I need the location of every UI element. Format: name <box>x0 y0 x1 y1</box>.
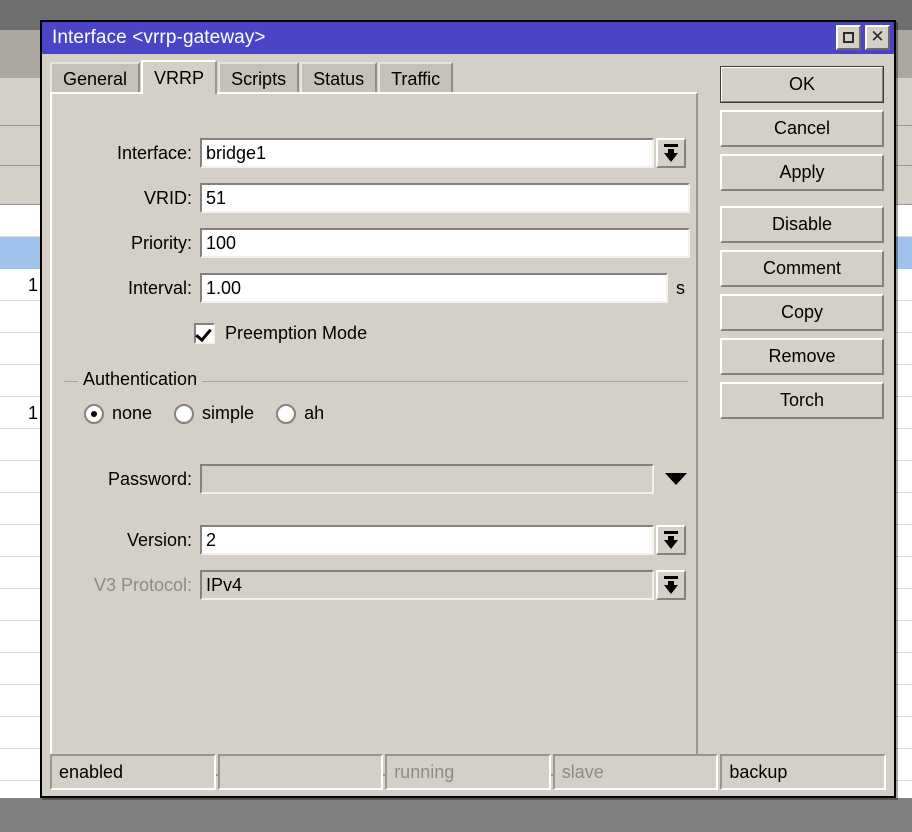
tab-traffic[interactable]: Traffic <box>378 62 454 94</box>
close-icon: ✕ <box>870 27 885 47</box>
button-label: Remove <box>768 346 836 366</box>
auth-radio-none[interactable]: none <box>84 403 152 424</box>
field-priority: Priority: 100 <box>52 228 700 258</box>
password-input[interactable] <box>200 464 654 494</box>
interface-dialog: Interface <vrrp-gateway> ✕ General VRRP Sc… <box>40 20 896 798</box>
tab-label: VRRP <box>154 67 205 88</box>
dropdown-bar-icon <box>664 531 678 534</box>
status-cell-1 <box>217 754 384 790</box>
status-cell-enabled: enabled <box>50 754 216 790</box>
chevron-down-icon <box>664 585 678 594</box>
version-dropdown-button[interactable] <box>656 525 686 555</box>
field-vrid: VRID: 51 <box>52 183 700 213</box>
window-controls: ✕ <box>836 25 890 50</box>
copy-button[interactable]: Copy <box>720 294 884 331</box>
tab-label: Traffic <box>391 68 441 89</box>
background-bottom <box>0 798 912 832</box>
tab-label: General <box>63 68 128 89</box>
radio-icon <box>276 403 297 424</box>
chevron-down-icon <box>664 153 678 162</box>
v3-protocol-label: V3 Protocol: <box>93 574 192 595</box>
remove-button[interactable]: Remove <box>720 338 884 375</box>
radio-icon <box>174 403 195 424</box>
cancel-button[interactable]: Cancel <box>720 110 884 147</box>
maximize-button[interactable] <box>836 25 861 50</box>
password-expander-icon[interactable] <box>665 473 687 485</box>
preemption-mode-label: Preemption Mode <box>225 323 368 343</box>
vrrp-panel: Interface: bridge1 VRID: 51 Priority: 10… <box>50 92 698 776</box>
interval-unit-label: s <box>676 277 685 298</box>
auth-radio-label: ah <box>304 403 325 423</box>
auth-radio-simple[interactable]: simple <box>174 403 254 424</box>
button-label: Torch <box>779 390 824 410</box>
priority-input[interactable]: 100 <box>200 228 690 258</box>
button-label: Comment <box>762 258 842 278</box>
preemption-mode-checkbox[interactable] <box>194 323 215 344</box>
tab-bar: General VRRP Scripts Status Traffic <box>50 60 454 94</box>
interval-label: Interval: <box>127 277 192 298</box>
status-cell-slave: slave <box>552 754 719 790</box>
radio-icon <box>84 403 104 424</box>
close-button[interactable]: ✕ <box>865 25 890 50</box>
version-label: Version: <box>126 529 192 550</box>
tab-status[interactable]: Status <box>300 62 378 94</box>
version-input[interactable]: 2 <box>200 525 654 555</box>
field-interval: Interval: 1.00 s <box>52 273 700 303</box>
window-title: Interface <vrrp-gateway> <box>52 27 266 48</box>
auth-radio-ah[interactable]: ah <box>276 403 324 424</box>
button-label: Cancel <box>773 118 831 138</box>
button-label: OK <box>788 74 815 94</box>
field-v3-protocol: V3 Protocol: IPv4 <box>52 570 700 600</box>
tab-vrrp[interactable]: VRRP <box>141 60 218 94</box>
title-bar: Interface <vrrp-gateway> ✕ <box>42 22 894 54</box>
apply-button[interactable]: Apply <box>720 154 884 191</box>
maximize-icon <box>843 32 854 43</box>
field-password: Password: <box>52 464 700 494</box>
auth-radio-label: simple <box>202 403 255 423</box>
password-label: Password: <box>107 468 192 489</box>
button-label: Apply <box>779 162 825 182</box>
preemption-mode-row: Preemption Mode <box>194 323 367 344</box>
field-interface: Interface: bridge1 <box>52 138 700 168</box>
v3-protocol-input[interactable]: IPv4 <box>200 570 654 600</box>
interface-label: Interface: <box>116 142 192 163</box>
tab-general[interactable]: General <box>50 62 141 94</box>
field-version: Version: 2 <box>52 525 700 555</box>
torch-button[interactable]: Torch <box>720 382 884 419</box>
comment-button[interactable]: Comment <box>720 250 884 287</box>
screen: 11 Interface <vrrp-gateway> ✕ General VRR… <box>0 0 912 832</box>
status-cell-running: running <box>385 754 551 790</box>
button-label: Disable <box>771 214 833 234</box>
v3-protocol-dropdown-button[interactable] <box>656 570 686 600</box>
priority-label: Priority: <box>130 232 192 253</box>
interface-dropdown-button[interactable] <box>656 138 686 168</box>
vrid-input[interactable]: 51 <box>200 183 690 213</box>
tab-scripts[interactable]: Scripts <box>218 62 300 94</box>
auth-radio-label: none <box>112 403 153 423</box>
interval-input[interactable]: 1.00 <box>200 273 668 303</box>
authentication-fieldset: Authentication none simple ah <box>64 369 688 447</box>
authentication-radio-group: none simple ah <box>84 403 346 424</box>
dialog-button-column: OK Cancel Apply Disable Comment Copy Remove Tor… <box>720 66 884 426</box>
status-bar: enabled running slave backup <box>50 754 888 790</box>
tab-label: Status <box>313 68 365 89</box>
ok-button[interactable]: OK <box>720 66 884 103</box>
button-label: Copy <box>780 302 824 322</box>
authentication-legend: Authentication <box>78 369 203 390</box>
status-cell-backup: backup <box>720 754 886 790</box>
vrid-label: VRID: <box>143 187 192 208</box>
dropdown-bar-icon <box>664 144 678 147</box>
interface-input[interactable]: bridge1 <box>200 138 654 168</box>
tab-label: Scripts <box>231 68 287 89</box>
dropdown-bar-icon <box>664 576 678 579</box>
disable-button[interactable]: Disable <box>720 206 884 243</box>
chevron-down-icon <box>664 540 678 549</box>
